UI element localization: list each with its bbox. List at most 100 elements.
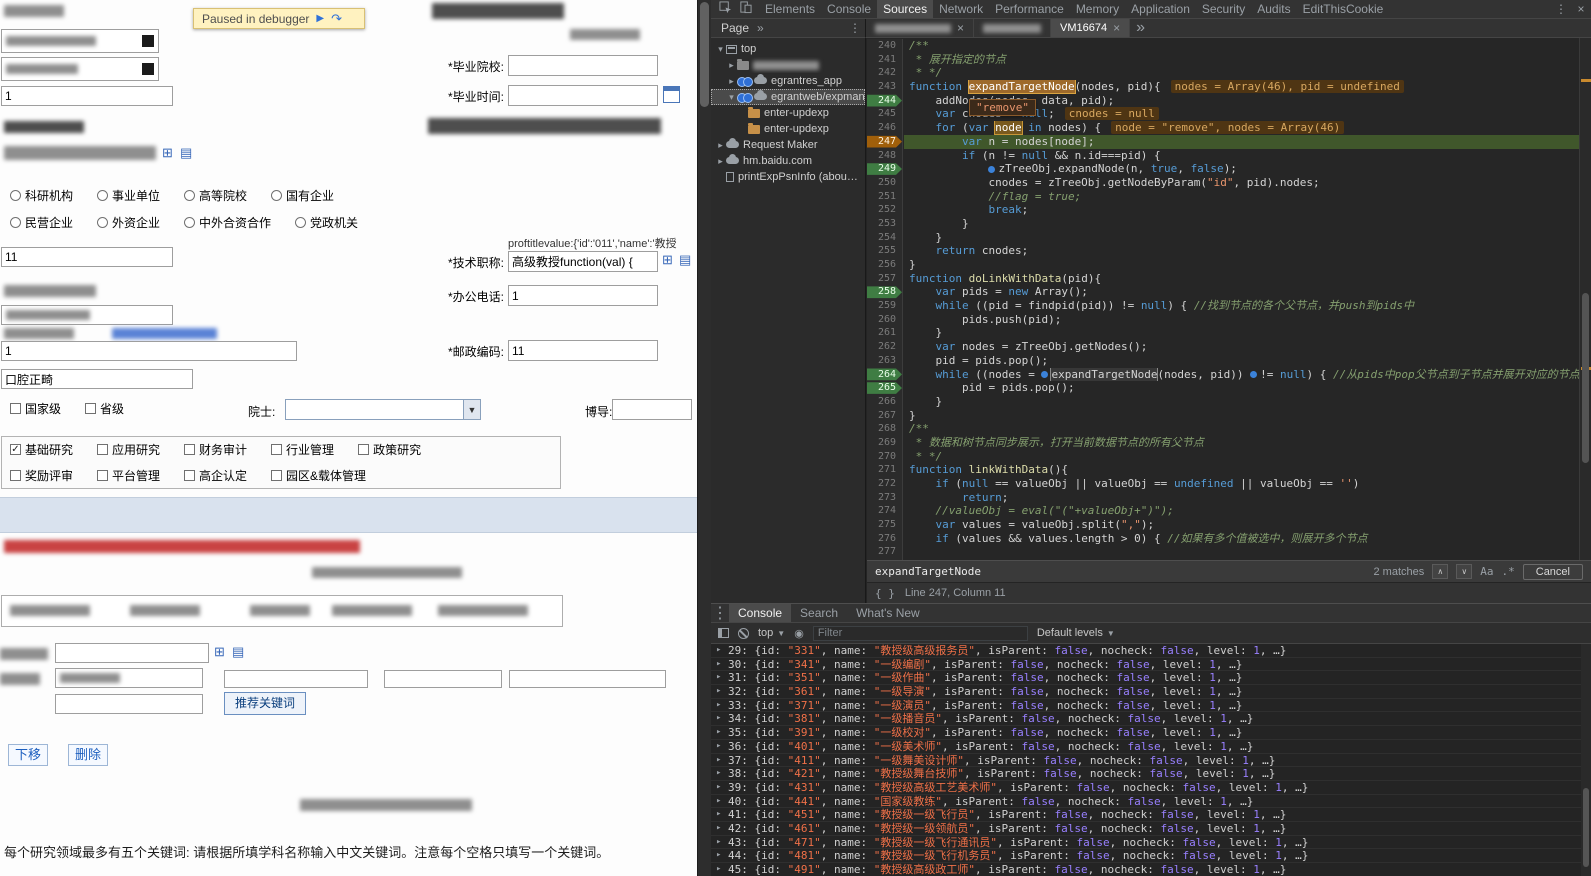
devtools-tab-performance[interactable]: Performance [989,0,1070,18]
devtools-tab-console[interactable]: Console [821,0,877,18]
gutter-line-241[interactable]: 241 [867,53,902,67]
expand-arrow-icon[interactable]: ▸ [716,822,721,836]
research-checkbox-2[interactable]: 应用研究 [97,441,160,458]
gutter-line-264[interactable]: 264 [867,368,902,382]
academician-select[interactable]: ▼ [285,399,481,420]
editor-scrollbar[interactable] [1579,38,1591,560]
research-checkbox-b-4[interactable]: 园区&载体管理 [271,467,366,484]
tree-item-enter-updexp[interactable]: enter-updexp [711,121,865,137]
devtools-tab-security[interactable]: Security [1196,0,1251,18]
gutter-line-262[interactable]: 262 [867,340,902,354]
drawer-menu-icon[interactable]: ⋮ [711,603,729,623]
navigator-more-tabs-icon[interactable]: » [757,21,764,35]
file-tab-redacted-2[interactable] [974,19,1051,37]
gutter-line-240[interactable]: 240 [867,39,902,53]
gutter-line-268[interactable]: 268 [867,422,902,436]
file-tab-redacted-1[interactable]: × [866,19,974,37]
devtools-tab-elements[interactable]: Elements [759,0,821,18]
more-file-tabs-icon[interactable]: » [1130,19,1151,37]
chevron-down-icon[interactable]: ▼ [463,400,480,419]
office-phone-field[interactable] [508,285,658,306]
gutter-line-276[interactable]: 276 [867,532,902,546]
devtools-tab-network[interactable]: Network [933,0,989,18]
page-scrollbar-thumb[interactable] [700,2,709,107]
expand-arrow-icon[interactable]: ▸ [716,685,721,699]
gutter-line-259[interactable]: 259 [867,299,902,313]
expand-arrow-icon[interactable]: ▸ [716,658,721,672]
org-type-radio-b-4[interactable]: 党政机关 [295,214,358,231]
research-checkbox-3[interactable]: 财务审计 [184,441,247,458]
match-case-toggle[interactable]: Aa [1480,565,1493,578]
redacted-input-3[interactable] [1,305,173,325]
search-query-input[interactable]: expandTargetNode [875,565,1366,578]
gutter-line-247[interactable]: 247 [867,135,902,149]
expand-arrow-icon[interactable]: ▸ [716,795,721,809]
recommend-keywords-button[interactable]: 推荐关键词 [224,692,306,715]
devtools-close-icon[interactable]: × [1571,2,1591,16]
gutter-line-249[interactable]: 249 [867,162,902,176]
console-log-row-31[interactable]: ▸31: {id: "351", name: "一级作曲", isParent:… [711,671,1581,685]
expand-arrow-icon[interactable]: ▸ [716,740,721,754]
close-tab-icon[interactable]: × [957,21,964,35]
detail-view-icon[interactable]: ▤ [180,146,192,159]
level-checkbox-2[interactable]: 省级 [85,400,124,417]
tree-item-egrantres_app[interactable]: ▸egrantres_app [711,73,865,89]
tree-item-hm.baidu.com[interactable]: ▸hm.baidu.com [711,153,865,169]
tree-arrow-icon[interactable]: ▸ [726,60,737,71]
navigator-tab-page[interactable]: Page [721,21,749,35]
detail-view-icon[interactable]: ▤ [679,253,691,266]
gutter-line-243[interactable]: 243 [867,80,902,94]
keyword-field-4[interactable] [55,694,203,714]
gutter-line-271[interactable]: 271 [867,463,902,477]
previous-match-icon[interactable]: ∧ [1432,564,1448,579]
devtools-tab-editthiscookie[interactable]: EditThisCookie [1297,0,1390,18]
console-scrollbar[interactable] [1581,644,1591,876]
expand-arrow-icon[interactable]: ▸ [716,863,721,876]
org-type-radio-b-3[interactable]: 中外合资合作 [184,214,271,231]
tree-item-top[interactable]: ▾top [711,41,865,57]
devtools-tab-memory[interactable]: Memory [1070,0,1125,18]
console-log-row-43[interactable]: ▸43: {id: "471", name: "教授级一级飞行通讯员", isP… [711,836,1581,850]
numeric-field-11[interactable] [1,247,173,267]
device-toolbar-icon[interactable] [735,1,755,17]
move-down-button[interactable]: 下移 [8,744,48,766]
console-log-row-38[interactable]: ▸38: {id: "421", name: "教授级舞台技师", isPare… [711,767,1581,781]
research-checkbox-1[interactable]: ✓基础研究 [10,441,73,458]
redacted-link[interactable] [112,328,217,339]
regex-toggle[interactable]: .* [1502,565,1515,578]
expand-arrow-icon[interactable]: ▸ [716,808,721,822]
gutter-line-273[interactable]: 273 [867,491,902,505]
clear-console-icon[interactable] [738,628,749,639]
picker-button-icon[interactable] [142,35,154,47]
page-scrollbar[interactable] [697,0,711,876]
tree-select-icon[interactable]: ⊞ [162,146,173,159]
gutter-line-277[interactable]: 277 [867,545,902,559]
gutter-line-255[interactable]: 255 [867,244,902,258]
expand-arrow-icon[interactable]: ▸ [716,671,721,685]
gutter-line-250[interactable]: 250 [867,176,902,190]
console-levels-dropdown[interactable]: Default levels ▼ [1037,627,1115,639]
devtools-tab-application[interactable]: Application [1125,0,1196,18]
tree-arrow-icon[interactable]: ▾ [715,44,726,55]
keyword-field-3[interactable] [509,670,666,688]
inspect-element-icon[interactable] [715,1,735,17]
console-log-row-32[interactable]: ▸32: {id: "361", name: "一级导演", isParent:… [711,685,1581,699]
delete-button[interactable]: 删除 [68,744,108,766]
file-tab-vm16674[interactable]: VM16674 × [1051,19,1130,37]
gutter-line-245[interactable]: 245 [867,107,902,121]
gutter-line-253[interactable]: 253 [867,217,902,231]
close-tab-icon[interactable]: × [1113,21,1120,35]
console-log-row-35[interactable]: ▸35: {id: "391", name: "一级校对", isParent:… [711,726,1581,740]
console-log-row-33[interactable]: ▸33: {id: "371", name: "一级演员", isParent:… [711,699,1581,713]
gutter-line-266[interactable]: 266 [867,395,902,409]
expand-arrow-icon[interactable]: ▸ [716,781,721,795]
console-log-row-34[interactable]: ▸34: {id: "381", name: "一级播音员", isParent… [711,712,1581,726]
research-checkbox-5[interactable]: 政策研究 [358,441,421,458]
level-checkbox-1[interactable]: 国家级 [10,400,61,417]
console-log-row-29[interactable]: ▸29: {id: "331", name: "教授级高级报务员", isPar… [711,644,1581,658]
redacted-input-1[interactable] [1,29,159,53]
console-log-row-39[interactable]: ▸39: {id: "431", name: "教授级高级工艺美术师", isP… [711,781,1581,795]
numeric-field-1[interactable] [1,86,173,106]
expand-arrow-icon[interactable]: ▸ [716,699,721,713]
console-scrollbar-thumb[interactable] [1583,788,1589,867]
